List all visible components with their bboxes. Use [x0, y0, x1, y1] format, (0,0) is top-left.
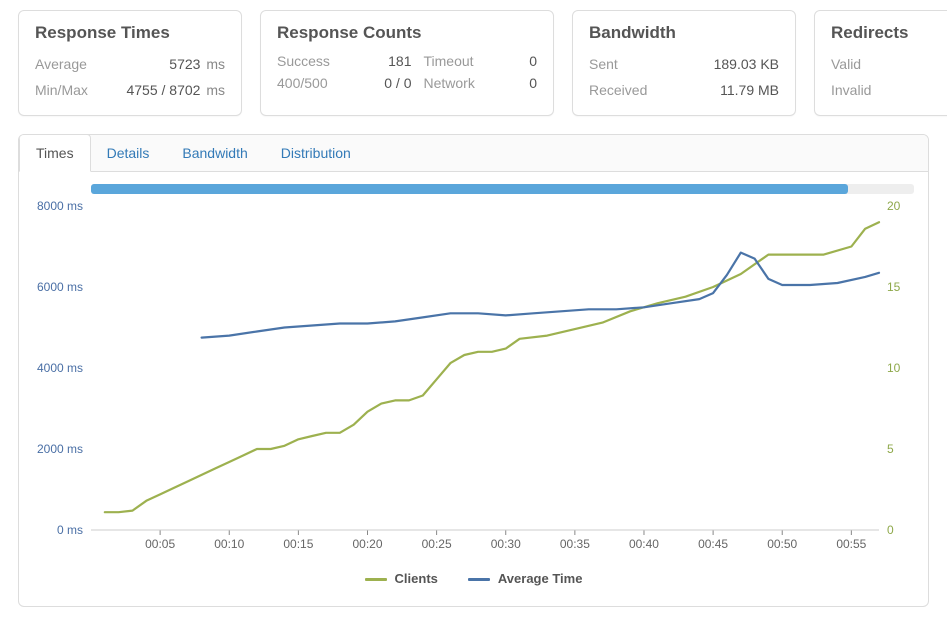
svg-text:15: 15: [887, 280, 901, 294]
received-value: 11.79 MB: [720, 79, 779, 101]
tabs: Times Details Bandwidth Distribution: [19, 135, 928, 172]
tab-distribution[interactable]: Distribution: [265, 135, 368, 171]
progress-fill: [91, 184, 848, 194]
card-bandwidth: Bandwidth Sent 189.03 KB Received 11.79 …: [572, 10, 796, 116]
chart-legend: Clients Average Time: [33, 563, 914, 600]
card-title: Response Times: [35, 23, 225, 43]
sent-label: Sent: [589, 53, 618, 75]
card-response-counts: Response Counts Success 181 Timeout 0 40…: [260, 10, 554, 116]
tab-bandwidth[interactable]: Bandwidth: [166, 135, 264, 171]
tab-details[interactable]: Details: [91, 135, 167, 171]
legend-clients: Clients: [365, 571, 438, 586]
success-value: 181: [363, 53, 411, 69]
svg-text:00:55: 00:55: [836, 537, 866, 551]
minmax-label: Min/Max: [35, 79, 88, 101]
progress-bar[interactable]: [91, 184, 914, 194]
svg-text:00:30: 00:30: [491, 537, 521, 551]
timeout-label: Timeout: [424, 53, 497, 69]
card-title: Bandwidth: [589, 23, 779, 43]
success-label: Success: [277, 53, 351, 69]
chart-svg: 0 ms 2000 ms 4000 ms 6000 ms 8000 ms 0 5 10 15 20…: [33, 200, 913, 560]
svg-text:00:50: 00:50: [767, 537, 797, 551]
card-title: Redirects: [831, 23, 947, 43]
card-title: Response Counts: [277, 23, 537, 43]
svg-text:00:35: 00:35: [560, 537, 590, 551]
network-label: Network: [424, 75, 497, 91]
network-value: 0: [508, 75, 537, 91]
tab-times[interactable]: Times: [19, 134, 91, 172]
valid-label: Valid: [831, 53, 861, 75]
err-label: 400/500: [277, 75, 351, 91]
chart-panel: Times Details Bandwidth Distribution 0 m…: [18, 134, 929, 607]
svg-text:0 ms: 0 ms: [57, 523, 83, 537]
svg-text:00:15: 00:15: [283, 537, 313, 551]
received-label: Received: [589, 79, 647, 101]
svg-text:00:05: 00:05: [145, 537, 175, 551]
svg-text:00:40: 00:40: [629, 537, 659, 551]
sent-value: 189.03 KB: [714, 53, 779, 75]
svg-text:00:25: 00:25: [422, 537, 452, 551]
svg-text:6000 ms: 6000 ms: [37, 280, 83, 294]
svg-text:10: 10: [887, 361, 901, 375]
err-value: 0 / 0: [363, 75, 411, 91]
timeout-value: 0: [508, 53, 537, 69]
svg-text:0: 0: [887, 523, 894, 537]
card-response-times: Response Times Average 5723 ms Min/Max 4…: [18, 10, 242, 116]
minmax-value: 4755 / 8702: [126, 82, 200, 98]
legend-avg: Average Time: [468, 571, 583, 586]
avg-value: 5723: [169, 56, 200, 72]
svg-text:20: 20: [887, 200, 901, 213]
svg-text:00:45: 00:45: [698, 537, 728, 551]
invalid-label: Invalid: [831, 79, 871, 101]
avg-label: Average: [35, 53, 87, 75]
card-redirects: Redirects Valid 107 Invalid 0: [814, 10, 947, 116]
svg-text:00:10: 00:10: [214, 537, 244, 551]
svg-text:2000 ms: 2000 ms: [37, 442, 83, 456]
svg-text:8000 ms: 8000 ms: [37, 200, 83, 213]
svg-text:00:20: 00:20: [352, 537, 382, 551]
stats-cards: Response Times Average 5723 ms Min/Max 4…: [18, 10, 929, 116]
svg-text:4000 ms: 4000 ms: [37, 361, 83, 375]
svg-text:5: 5: [887, 442, 894, 456]
